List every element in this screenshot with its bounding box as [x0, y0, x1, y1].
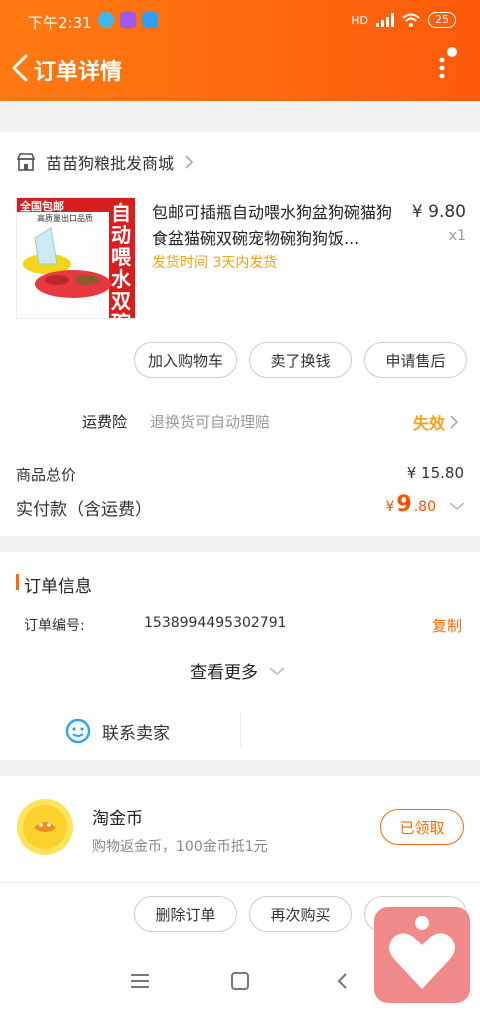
paid-label: 实付款（含运费）	[16, 500, 152, 520]
order-no-label: 订单编号:	[24, 618, 85, 634]
product-price: ¥ 9.80	[411, 202, 466, 222]
shop-row[interactable]: 苗苗狗粮批发商城	[16, 150, 194, 174]
app-notification-icon	[120, 12, 136, 28]
see-more-button[interactable]: 查看更多	[190, 658, 286, 683]
chat-bubble-icon	[65, 718, 91, 744]
back-nav-icon[interactable]	[336, 972, 348, 990]
freight-insurance-desc: 退换货可自动理赔	[150, 413, 271, 431]
add-to-cart-button[interactable]: 加入购物车	[134, 342, 237, 378]
see-more-label[interactable]: 查看更多	[190, 658, 258, 683]
delete-order-button[interactable]: 删除订单	[134, 896, 237, 932]
chevron-right-icon	[185, 155, 194, 169]
battery-indicator: 25	[428, 12, 456, 28]
freight-insurance-label: 运费险	[82, 413, 128, 431]
goods-total-value: ¥ 15.80	[406, 464, 464, 482]
status-app-icons	[98, 12, 158, 28]
status-indicators: HD 25	[351, 12, 456, 28]
ship-time: 发货时间 3天内发货	[152, 255, 278, 271]
image-side-text: 自动喂水双碗	[111, 201, 131, 318]
coins-claimed-button[interactable]: 已领取	[380, 809, 464, 845]
app-notification-icon	[142, 12, 158, 28]
coins-title: 淘金币	[92, 809, 143, 829]
wifi-icon	[402, 13, 420, 27]
heart-icon	[389, 916, 455, 989]
freight-insurance-status[interactable]: 失效	[413, 410, 459, 434]
contact-seller-button[interactable]: 联系卖家	[64, 717, 170, 745]
more-menu-icon[interactable]	[434, 46, 460, 86]
freight-insurance-status-text[interactable]: 失效	[413, 410, 445, 434]
contact-seller-label[interactable]: 联系卖家	[102, 719, 170, 744]
paid-amount[interactable]: ¥ 9 .80	[386, 492, 467, 517]
product-quantity: x1	[448, 228, 466, 244]
status-bar: 下午2:31 HD 25	[0, 0, 480, 44]
page-title: 订单详情	[34, 60, 123, 85]
menu-icon[interactable]	[131, 974, 149, 988]
paid-currency: ¥	[385, 499, 395, 515]
shop-name[interactable]: 苗苗狗粮批发商城	[46, 150, 174, 174]
rebuy-button[interactable]: 再次购买	[249, 896, 352, 932]
paid-integer: 9	[396, 492, 412, 517]
signal-icon	[376, 13, 394, 27]
status-time: 下午2:31	[28, 14, 92, 32]
coins-desc: 购物返金币，100金币抵1元	[92, 839, 268, 855]
after-sale-button[interactable]: 申请售后	[364, 342, 467, 378]
paid-decimal: .80	[413, 499, 436, 515]
product-name[interactable]: 包邮可插瓶自动喂水狗盆狗碗猫狗食盆猫碗双碗宠物碗狗狗饭...	[152, 200, 397, 252]
chevron-right-icon	[450, 415, 459, 429]
app-notification-icon	[98, 12, 114, 28]
sell-button[interactable]: 卖了换钱	[249, 342, 352, 378]
product-image[interactable]: 全国包邮 高质量出口品质 自动喂水双碗	[16, 197, 136, 319]
contact-divider	[240, 712, 241, 748]
floating-heart-widget[interactable]	[374, 907, 470, 1003]
chevron-down-icon[interactable]	[448, 501, 466, 511]
chevron-down-icon	[269, 666, 285, 675]
shop-icon	[16, 153, 36, 171]
network-label: HD	[351, 13, 368, 27]
gold-coin-icon	[17, 799, 73, 855]
goods-total-label: 商品总价	[16, 466, 77, 484]
order-no-value: 1538994495302791	[144, 615, 287, 631]
home-icon[interactable]	[231, 972, 249, 990]
image-sub-text: 高质量出口品质	[37, 214, 93, 223]
back-arrow-icon[interactable]	[8, 52, 32, 84]
section-accent-bar	[16, 574, 19, 590]
app-header: 下午2:31 HD 25 订单详情	[0, 0, 480, 101]
order-info-title: 订单信息	[24, 577, 92, 597]
copy-button[interactable]: 复制	[432, 615, 462, 636]
image-banner-text: 全国包邮	[20, 200, 64, 213]
